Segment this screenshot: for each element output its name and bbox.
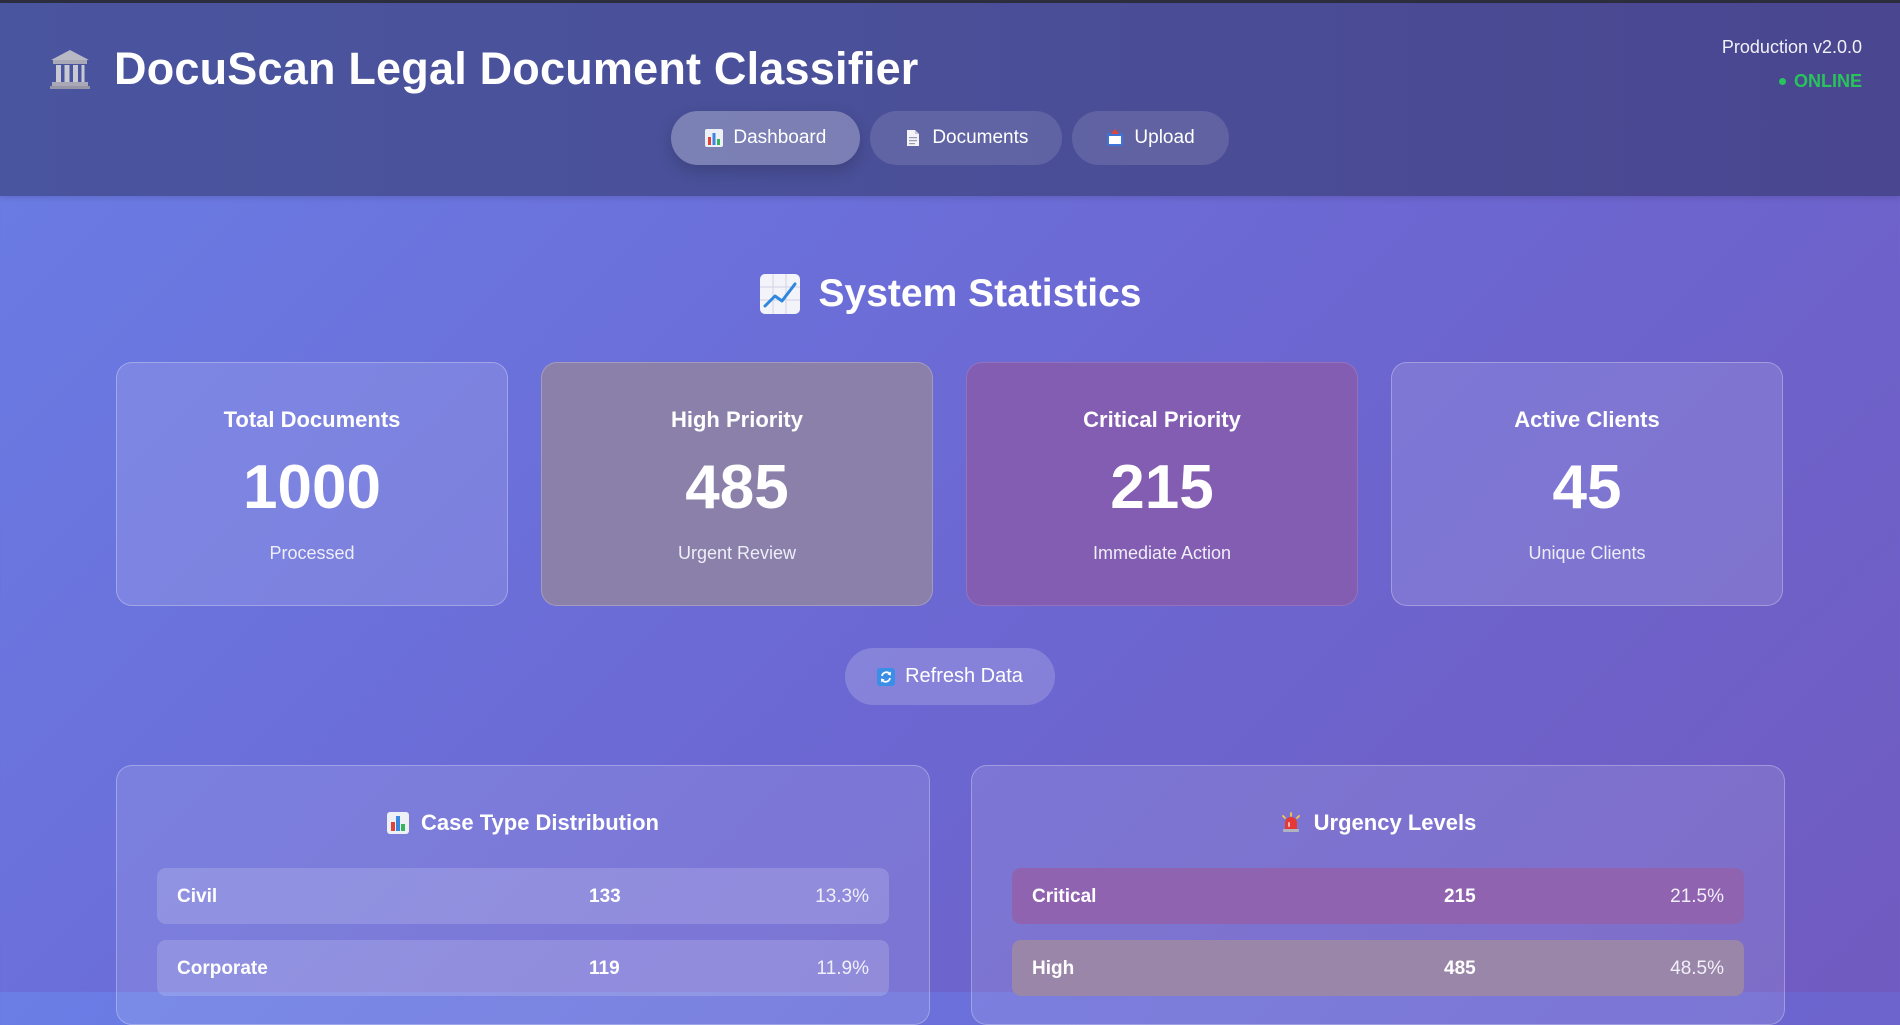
high-priority-card: High Priority 485 Urgent Review bbox=[541, 362, 933, 606]
bar-chart-icon bbox=[387, 812, 410, 834]
main-nav: Dashboard Documents Upload bbox=[0, 111, 1900, 165]
card-label: High Priority bbox=[670, 407, 803, 432]
row-count: 133 bbox=[589, 886, 621, 907]
nav-dashboard-label: Dashboard bbox=[733, 127, 827, 148]
upload-icon bbox=[1107, 129, 1124, 146]
card-value: 1000 bbox=[243, 453, 381, 522]
row-percent: 21.5% bbox=[1670, 886, 1724, 907]
case-type-panel: Case Type Distribution Civil 133 13.3% C… bbox=[116, 765, 930, 1025]
card-subtitle: Unique Clients bbox=[1528, 543, 1646, 563]
row-count: 119 bbox=[589, 958, 620, 979]
card-subtitle: Immediate Action bbox=[1092, 543, 1232, 563]
environment-info: Production v2.0.0 ONLINE bbox=[1722, 37, 1862, 92]
active-clients-card: Active Clients 45 Unique Clients bbox=[1391, 362, 1783, 606]
urgency-panel: Urgency Levels Critical 215 21.5% High 4… bbox=[971, 765, 1785, 1025]
app-title: DocuScan Legal Document Classifier bbox=[114, 43, 919, 94]
nav-upload-label: Upload bbox=[1134, 127, 1195, 148]
refresh-icon bbox=[877, 667, 896, 686]
status-indicator: ONLINE bbox=[1722, 71, 1862, 92]
version-label: Production v2.0.0 bbox=[1721, 37, 1862, 57]
row-percent: 11.9% bbox=[816, 958, 869, 979]
card-subtitle: Urgent Review bbox=[677, 543, 797, 563]
case-type-row-civil: Civil 133 13.3% bbox=[157, 868, 889, 924]
app-header: DocuScan Legal Document Classifier Produ… bbox=[0, 3, 1900, 196]
document-icon bbox=[907, 130, 920, 146]
urgency-row-critical: Critical 215 21.5% bbox=[1012, 868, 1744, 924]
status-text: ONLINE bbox=[1793, 71, 1862, 91]
bar-chart-icon bbox=[705, 129, 724, 147]
card-label: Total Documents bbox=[223, 407, 401, 432]
case-type-heading: Case Type Distribution bbox=[117, 810, 929, 836]
card-label: Critical Priority bbox=[1083, 407, 1241, 432]
nav-dashboard-button[interactable]: Dashboard bbox=[671, 111, 861, 165]
status-dot-icon bbox=[1778, 78, 1786, 85]
statistics-title: System Statistics bbox=[818, 272, 1142, 315]
nav-documents-label: Documents bbox=[932, 127, 1029, 148]
urgency-heading: Urgency Levels bbox=[972, 810, 1784, 836]
siren-icon bbox=[1281, 812, 1300, 832]
total-documents-card: Total Documents 1000 Processed bbox=[116, 362, 508, 606]
row-name: Critical bbox=[1032, 886, 1097, 907]
brand: DocuScan Legal Document Classifier bbox=[48, 43, 919, 95]
courthouse-icon bbox=[50, 50, 90, 89]
case-type-row-corporate: Corporate 119 11.9% bbox=[157, 940, 889, 996]
card-value: 45 bbox=[1552, 453, 1622, 522]
refresh-data-button[interactable]: Refresh Data bbox=[845, 648, 1055, 705]
nav-documents-button[interactable]: Documents bbox=[870, 111, 1063, 165]
urgency-row-high: High 485 48.5% bbox=[1012, 940, 1744, 996]
chart-increasing-icon bbox=[759, 274, 800, 314]
refresh-label: Refresh Data bbox=[905, 665, 1023, 687]
row-percent: 48.5% bbox=[1670, 958, 1724, 979]
card-value: 215 bbox=[1110, 453, 1214, 522]
urgency-title: Urgency Levels bbox=[1313, 810, 1477, 835]
row-count: 485 bbox=[1444, 958, 1476, 979]
row-count: 215 bbox=[1444, 886, 1476, 907]
card-subtitle: Processed bbox=[269, 543, 355, 563]
nav-upload-button[interactable]: Upload bbox=[1072, 111, 1229, 165]
row-name: High bbox=[1032, 958, 1075, 979]
row-name: Civil bbox=[177, 886, 218, 907]
statistics-heading: System Statistics bbox=[0, 272, 1900, 316]
card-value: 485 bbox=[685, 453, 789, 522]
critical-priority-card: Critical Priority 215 Immediate Action bbox=[966, 362, 1358, 606]
card-label: Active Clients bbox=[1514, 407, 1660, 432]
row-name: Corporate bbox=[177, 958, 268, 979]
case-type-title: Case Type Distribution bbox=[421, 810, 659, 835]
row-percent: 13.3% bbox=[815, 886, 869, 907]
